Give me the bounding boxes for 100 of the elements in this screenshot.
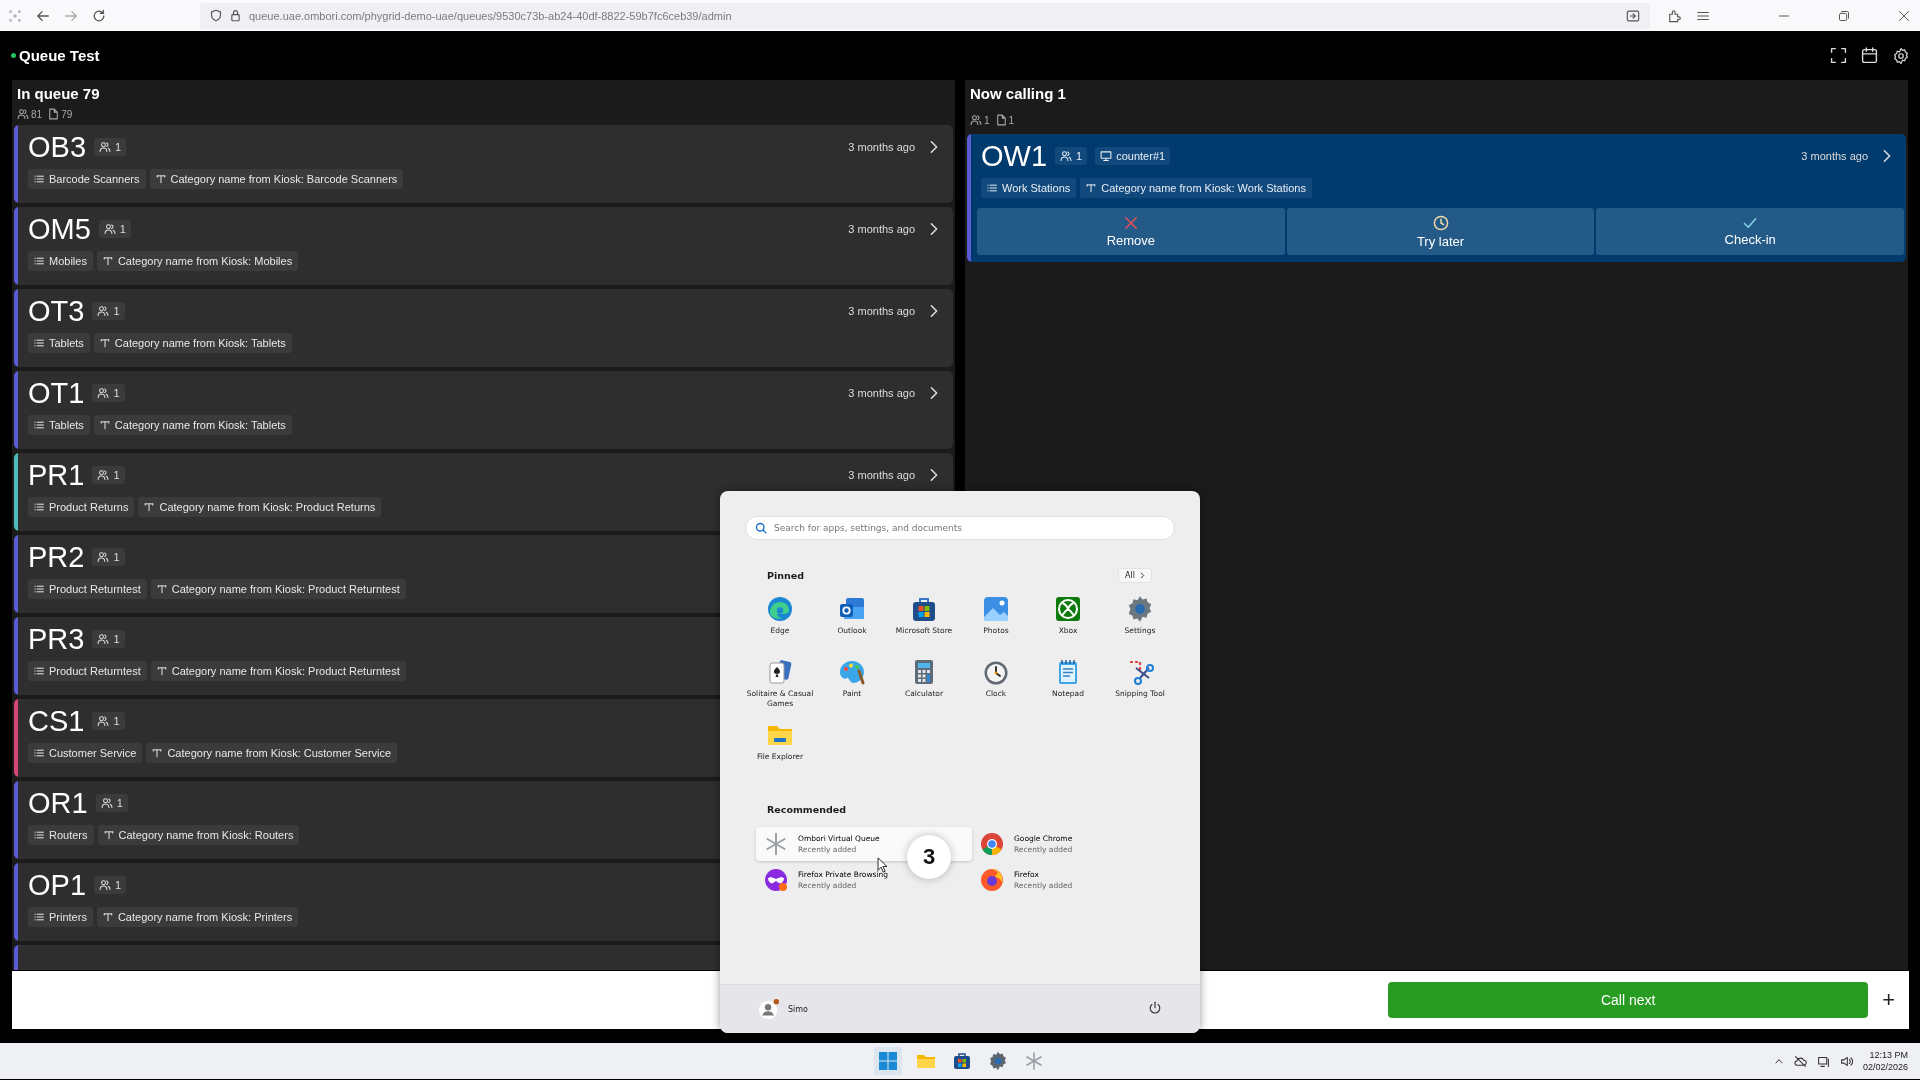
extensions-icon[interactable]	[1668, 8, 1682, 23]
user-avatar-icon[interactable]	[758, 998, 780, 1020]
add-button[interactable]: +	[1882, 987, 1895, 1013]
called-ticket-card[interactable]: OW1 1 counter#1 3 months ago Work Stations Category name from Kiosk: Work Stations Remove Try later Check-in	[967, 134, 1906, 262]
lock-icon	[230, 9, 241, 22]
people-count: 81	[31, 108, 43, 120]
list-icon	[34, 420, 44, 430]
ticket-number: PR3	[28, 622, 85, 656]
tag-label: Printers	[49, 911, 87, 923]
address-field[interactable]: queue.uae.ombori.com/phygrid-demo-uae/queues/9530c73b-ab24-40df-8822-59b7fc6ceb39/admin	[200, 2, 1650, 29]
people-icon	[103, 223, 116, 235]
people-icon	[100, 797, 113, 809]
reader-view-icon[interactable]	[1626, 8, 1640, 23]
chevron-right-icon	[1140, 572, 1145, 579]
text-type-icon	[102, 256, 113, 266]
chevron-right-icon[interactable]	[929, 386, 939, 400]
ticket-card[interactable]: OB3 1 3 months ago Barcode Scanners Category name from Kiosk: Barcode Scanners	[14, 125, 953, 203]
time-text: 3 months ago	[848, 305, 915, 317]
count-text: 1	[119, 223, 126, 235]
speaker-icon[interactable]	[1839, 1054, 1853, 1068]
list-icon	[34, 830, 44, 840]
tag-label: Product Returntest	[49, 665, 141, 677]
text-type-icon	[155, 174, 166, 184]
tag-label: Category name from Kiosk: Tablets	[114, 419, 286, 431]
count-text: 1	[113, 305, 120, 317]
playing-cards-icon	[766, 658, 794, 686]
network-icon[interactable]	[1816, 1054, 1830, 1068]
ticket-number: OW1	[981, 139, 1048, 173]
tag-label: Category name from Kiosk: Tablets	[114, 337, 286, 349]
ticket-number: CS1	[28, 704, 85, 738]
count-text: 1	[113, 715, 120, 727]
ticket-count: 79	[61, 108, 73, 120]
all-apps-button[interactable]: All	[1118, 568, 1152, 583]
ticket-card[interactable]: OT1 1 3 months ago Tablets Category name from Kiosk: Tablets	[14, 371, 953, 449]
people-icon	[17, 108, 29, 120]
user-name[interactable]: Simo	[788, 1004, 808, 1014]
settings-icon[interactable]	[1892, 46, 1910, 65]
snowflake-icon	[764, 832, 788, 856]
cursor-icon	[877, 857, 888, 873]
restore-icon[interactable]	[1838, 9, 1850, 22]
ticket-number: OR1	[28, 786, 88, 820]
count-text: 1	[116, 797, 123, 809]
power-icon[interactable]	[1148, 1000, 1162, 1015]
ticket-number: PR2	[28, 540, 85, 574]
ticket-number: OT1	[28, 376, 85, 410]
swirl-icon	[766, 595, 794, 623]
shield-icon	[210, 9, 222, 22]
chevron-right-icon[interactable]	[1882, 149, 1892, 163]
list-icon	[34, 666, 44, 676]
cloud-off-icon[interactable]	[1793, 1054, 1807, 1068]
ticket-card[interactable]: OT3 1 3 months ago Tablets Category name from Kiosk: Tablets	[14, 289, 953, 367]
search-field[interactable]: Search for apps, settings, and documents	[745, 516, 1175, 540]
tag-label: Tablets	[49, 337, 84, 349]
close-icon[interactable]	[1898, 9, 1910, 22]
text-type-icon	[144, 502, 155, 512]
list-icon	[987, 183, 997, 193]
clock-time: 12:13 PM	[1869, 1049, 1908, 1061]
reload-icon[interactable]	[92, 8, 106, 23]
tag-label: Barcode Scanners	[49, 173, 140, 185]
count-text: 1	[115, 141, 122, 153]
chevron-right-icon[interactable]	[929, 140, 939, 154]
back-icon[interactable]	[36, 8, 50, 23]
section-heading: Pinned	[767, 570, 804, 581]
tag-label: Mobiles	[49, 255, 87, 267]
chevron-right-icon[interactable]	[929, 304, 939, 318]
list-icon	[34, 256, 44, 266]
tag-label: Category name from Kiosk: Product Returntest	[171, 665, 400, 677]
browser-icon	[980, 868, 1004, 892]
ticket-card[interactable]: OM5 1 3 months ago Mobiles Category name from Kiosk: Mobiles	[14, 207, 953, 285]
tag-label: Category name from Kiosk: Product Returntest	[171, 583, 400, 595]
count-text: 1	[1076, 150, 1083, 162]
tag-label: Category name from Kiosk: Barcode Scanners	[170, 173, 398, 185]
tag-label: Work Stations	[1002, 182, 1071, 194]
text-type-icon	[99, 420, 110, 430]
people-icon	[97, 387, 110, 399]
count-text: 1	[115, 879, 122, 891]
text-type-icon	[156, 584, 167, 594]
photo-icon	[982, 595, 1010, 623]
chevron-right-icon[interactable]	[929, 468, 939, 482]
time-text: 3 months ago	[848, 387, 915, 399]
chevron-right-icon[interactable]	[929, 222, 939, 236]
action-button[interactable]: Remove	[977, 208, 1285, 255]
tag-label: Category name from Kiosk: Work Stations	[1101, 182, 1306, 194]
action-button[interactable]: Check-in	[1596, 208, 1904, 255]
text-type-icon	[102, 912, 113, 922]
tag-label: Routers	[49, 829, 88, 841]
start-icon[interactable]	[874, 1047, 902, 1075]
fullscreen-icon[interactable]	[1830, 46, 1847, 64]
bag-icon	[910, 595, 938, 623]
list-icon	[34, 584, 44, 594]
clock-icon	[1432, 214, 1449, 231]
time-text: 3 months ago	[848, 141, 915, 153]
action-button[interactable]: Try later	[1286, 208, 1595, 255]
call-next-button[interactable]: Call next	[1388, 982, 1869, 1018]
step-marker: 3	[907, 835, 951, 879]
chevron-up-icon[interactable]	[1773, 1056, 1784, 1066]
calendar-icon[interactable]	[1861, 46, 1878, 64]
tag-label: Product Returntest	[49, 583, 141, 595]
list-icon	[34, 748, 44, 758]
time-text: 3 months ago	[848, 223, 915, 235]
